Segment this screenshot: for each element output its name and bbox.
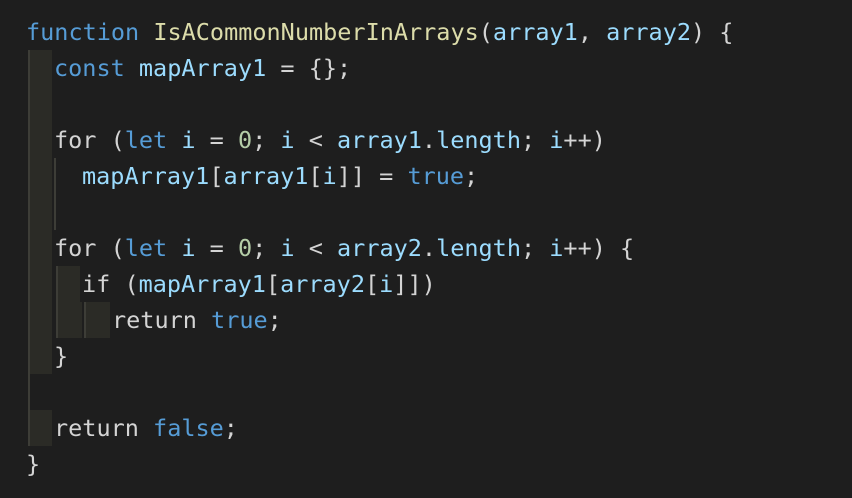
indent-guide bbox=[28, 410, 52, 446]
code-token: ; bbox=[267, 306, 282, 334]
code-token: if bbox=[82, 270, 111, 298]
indent-guide bbox=[28, 50, 52, 86]
code-line[interactable]: return true; bbox=[112, 302, 282, 338]
code-token: . bbox=[421, 234, 437, 262]
code-token: length bbox=[436, 126, 521, 154]
code-token: true bbox=[407, 162, 465, 190]
code-token: . bbox=[421, 126, 437, 154]
code-token: ; bbox=[520, 234, 550, 262]
code-token: IsACommonNumberInArrays bbox=[153, 18, 479, 46]
code-token: true bbox=[211, 306, 268, 334]
code-token: let bbox=[124, 234, 168, 262]
code-token: ; bbox=[464, 162, 479, 190]
code-token: i bbox=[322, 162, 337, 190]
code-line[interactable]: for (let i = 0; i < array2.length; i++) … bbox=[54, 230, 634, 266]
code-token: false bbox=[153, 414, 224, 442]
indent-guide bbox=[54, 158, 56, 194]
code-line[interactable]: } bbox=[26, 446, 40, 482]
code-token: array2 bbox=[606, 18, 691, 46]
code-line[interactable]: for (let i = 0; i < array1.length; i++) bbox=[54, 122, 606, 158]
code-token: array2 bbox=[280, 270, 365, 298]
indent-guide bbox=[28, 338, 52, 374]
indent-guide bbox=[84, 302, 110, 338]
code-token: , bbox=[577, 18, 607, 46]
code-token: mapArray1 bbox=[82, 162, 210, 190]
code-token: ( bbox=[478, 18, 493, 46]
code-token: let bbox=[124, 126, 168, 154]
code-token: return bbox=[112, 306, 197, 334]
code-token: array1 bbox=[223, 162, 309, 190]
code-token: array1 bbox=[337, 126, 422, 154]
code-token: array2 bbox=[337, 234, 422, 262]
code-token: i bbox=[181, 234, 196, 262]
code-token: < bbox=[294, 126, 338, 154]
code-token: function bbox=[26, 18, 140, 46]
code-token: for bbox=[54, 234, 97, 262]
indent-guide bbox=[28, 194, 52, 230]
code-token: } bbox=[54, 342, 69, 370]
code-line[interactable]: return false; bbox=[54, 410, 238, 446]
code-token: return bbox=[54, 414, 139, 442]
indent-guide bbox=[28, 302, 52, 338]
code-token: = bbox=[195, 126, 238, 154]
code-token: i bbox=[549, 234, 564, 262]
code-token: 0 bbox=[237, 234, 253, 262]
code-token: < bbox=[294, 234, 338, 262]
code-token: mapArray1 bbox=[138, 54, 267, 82]
indent-guide bbox=[28, 86, 52, 122]
code-token: [ bbox=[308, 162, 323, 190]
code-token: ++) { bbox=[563, 234, 635, 262]
code-token: [ bbox=[364, 270, 380, 298]
code-token: ]] = bbox=[336, 162, 408, 190]
code-token: ) { bbox=[691, 18, 734, 46]
code-token: i bbox=[181, 126, 196, 154]
code-token: ]]) bbox=[393, 270, 436, 298]
indent-guide bbox=[28, 374, 30, 410]
code-token: for bbox=[54, 126, 97, 154]
indent-guide bbox=[56, 302, 82, 338]
code-token: [ bbox=[265, 270, 281, 298]
code-token: ; bbox=[252, 126, 281, 154]
indent-guide bbox=[28, 266, 52, 302]
indent-guide bbox=[56, 266, 80, 302]
code-token: i bbox=[280, 234, 295, 262]
code-token: ( bbox=[96, 234, 125, 262]
indent-guide bbox=[28, 122, 52, 158]
code-token: 0 bbox=[237, 126, 253, 154]
code-token: i bbox=[379, 270, 394, 298]
code-token: } bbox=[26, 450, 41, 478]
code-token: ++) bbox=[563, 126, 606, 154]
code-token: ( bbox=[96, 126, 125, 154]
code-token: ; bbox=[223, 414, 238, 442]
code-token: length bbox=[436, 234, 521, 262]
code-token: ; bbox=[252, 234, 281, 262]
code-line[interactable]: if (mapArray1[array2[i]]) bbox=[82, 266, 436, 302]
indent-guide bbox=[28, 158, 52, 194]
code-token: const bbox=[54, 54, 125, 82]
code-editor[interactable]: function IsACommonNumberInArrays(array1,… bbox=[0, 0, 852, 498]
indent-guide bbox=[54, 194, 56, 230]
code-token: = {}; bbox=[266, 54, 352, 82]
code-line[interactable]: mapArray1[array1[i]] = true; bbox=[82, 158, 478, 194]
code-token: i bbox=[280, 126, 295, 154]
code-token: i bbox=[549, 126, 564, 154]
code-token: = bbox=[195, 234, 238, 262]
code-line[interactable]: function IsACommonNumberInArrays(array1,… bbox=[26, 14, 733, 50]
code-token: ( bbox=[110, 270, 139, 298]
code-token: ; bbox=[520, 126, 550, 154]
code-line[interactable]: } bbox=[54, 338, 68, 374]
code-token: array1 bbox=[492, 18, 578, 46]
indent-guide bbox=[28, 230, 52, 266]
code-token: mapArray1 bbox=[138, 270, 266, 298]
code-token: [ bbox=[209, 162, 224, 190]
code-line[interactable]: const mapArray1 = {}; bbox=[54, 50, 351, 86]
